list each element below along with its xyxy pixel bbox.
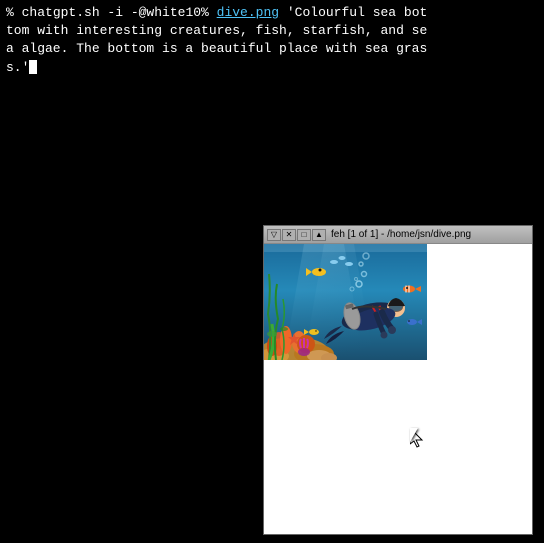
terminal-command: chatgpt.sh -i -@white10% dive.png 'Colou… [14, 5, 428, 20]
underwater-image [264, 244, 427, 360]
feh-window: ▽ ✕ □ ▲ feh [1 of 1] - /home/jsn/dive.pn… [263, 225, 533, 535]
terminal-line-3: a algae. The bottom is a beautiful place… [6, 40, 538, 58]
feh-image-area [264, 244, 532, 534]
mouse-cursor [410, 428, 422, 446]
terminal-line-4: s.' [6, 59, 538, 77]
terminal-line-2: tom with interesting creatures, fish, st… [6, 22, 538, 40]
filename-link[interactable]: dive.png [217, 5, 279, 20]
feh-minimize-button[interactable]: ▲ [312, 229, 326, 241]
feh-titlebar: ▽ ✕ □ ▲ feh [1 of 1] - /home/jsn/dive.pn… [264, 226, 532, 244]
feh-maximize-button[interactable]: □ [297, 229, 311, 241]
prompt: % [6, 5, 14, 20]
feh-close-button[interactable]: ✕ [282, 229, 296, 241]
feh-title: feh [1 of 1] - /home/jsn/dive.png [331, 229, 529, 240]
cursor [29, 60, 37, 74]
feh-shade-button[interactable]: ▽ [267, 229, 281, 241]
feh-titlebar-buttons: ▽ ✕ □ ▲ [267, 229, 326, 241]
terminal-line-1: % chatgpt.sh -i -@white10% dive.png 'Col… [6, 4, 538, 22]
